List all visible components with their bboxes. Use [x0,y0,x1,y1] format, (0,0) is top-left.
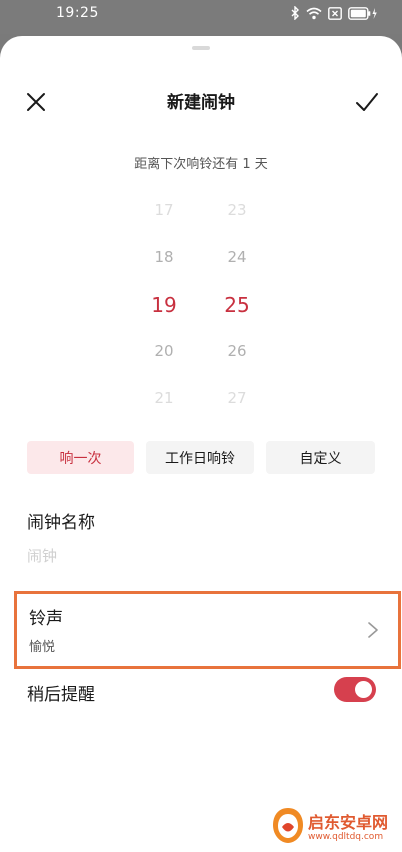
ringtone-value: 愉悦 [29,640,56,655]
minute-option[interactable]: 23 [207,201,267,219]
hour-option[interactable]: 20 [134,342,194,360]
toggle-knob [355,681,372,698]
alarm-name-input[interactable] [27,543,367,569]
minute-option[interactable]: 26 [207,342,267,360]
page-title: 新建闹钟 [167,93,235,113]
repeat-options: 响一次 工作日响铃 自定义 [27,441,375,474]
minute-option[interactable]: 27 [207,389,267,407]
next-alarm-countdown: 距离下次响铃还有 1 天 [134,157,268,172]
selected-minute[interactable]: 25 [207,293,267,317]
minute-option[interactable]: 24 [207,248,267,266]
drag-handle[interactable] [192,46,210,50]
check-icon [356,93,378,111]
watermark-logo-icon [273,808,303,843]
ringtone-label: 铃声 [29,609,63,629]
status-bar: 19:25 [0,0,402,34]
new-alarm-sheet: 新建闹钟 距离下次响铃还有 1 天 17 18 19 20 21 23 24 2… [0,36,402,852]
status-time: 19:25 [56,5,99,21]
battery-charging-icon [348,6,377,20]
snooze-label: 稍后提醒 [27,685,95,705]
chevron-right-icon [368,622,378,638]
hour-option[interactable]: 17 [134,201,194,219]
confirm-button[interactable] [354,90,380,114]
repeat-workdays-button[interactable]: 工作日响铃 [146,441,254,474]
status-icons [291,5,378,21]
hour-option[interactable]: 21 [134,389,194,407]
watermark-text: 启东安卓网 [308,813,389,832]
repeat-custom-button[interactable]: 自定义 [266,441,375,474]
bluetooth-icon [291,6,299,20]
watermark: 启东安卓网 www.qdltdq.com [270,806,400,850]
snooze-toggle[interactable] [334,677,376,702]
ringtone-row[interactable]: 铃声 愉悦 [14,591,401,669]
selected-hour[interactable]: 19 [134,293,194,317]
watermark-url: www.qdltdq.com [308,832,384,842]
sim-x-icon [328,6,342,20]
alarm-name-label: 闹钟名称 [27,513,95,533]
hour-option[interactable]: 18 [134,248,194,266]
repeat-once-button[interactable]: 响一次 [27,441,134,474]
wifi-icon [306,7,322,19]
